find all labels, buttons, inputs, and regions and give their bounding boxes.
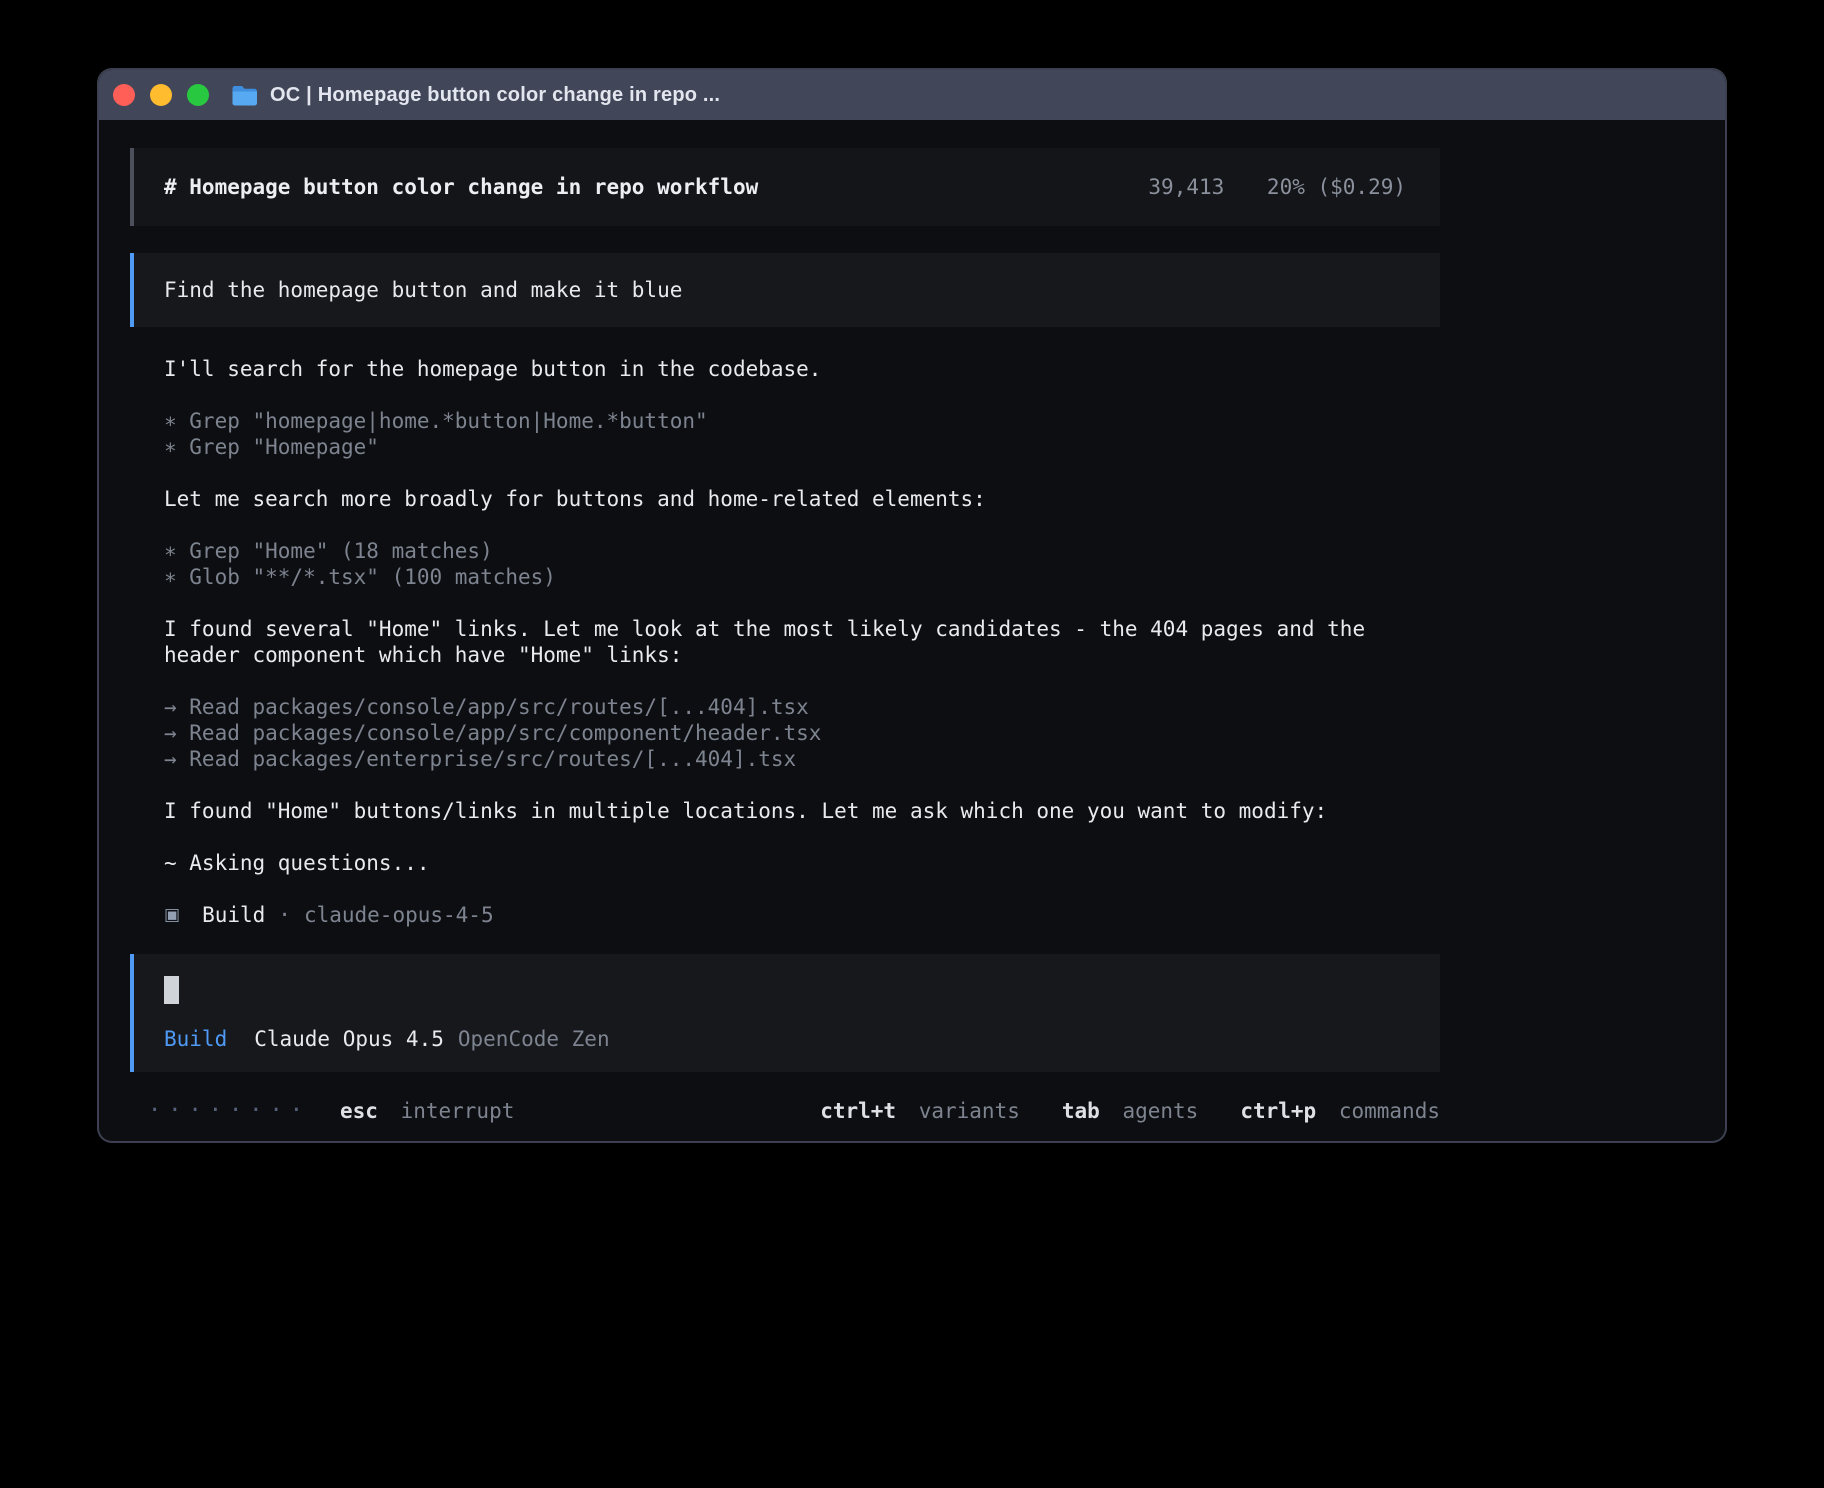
status-asking-questions: ~ Asking questions... [164,850,1404,876]
text-cursor [164,976,179,1004]
session-title: # Homepage button color change in repo w… [164,174,758,200]
agent-model: claude-opus-4-5 [304,902,494,928]
hint-interrupt: esc interrupt [340,1098,514,1124]
hint-agents: tab agents [1062,1098,1198,1124]
tool-call-glob: ∗ Glob "**/*.tsx" (100 matches) [164,564,1404,590]
status-bar: ········ esc interrupt ctrl+t variants t… [130,1098,1440,1124]
hint-label-variants: variants [919,1099,1020,1123]
session-header: # Homepage button color change in repo w… [130,148,1440,226]
tool-call-grep: ∗ Grep "Home" (18 matches) [164,538,1404,564]
hint-label-agents: agents [1122,1099,1198,1123]
user-message-text: Find the homepage button and make it blu… [164,278,682,302]
agent-mode-label[interactable]: Build [164,1026,227,1052]
agent-status-line: ▣ Build · claude-opus-4-5 [164,902,1725,928]
input-meta: Build Claude Opus 4.5 OpenCode Zen [164,1026,1410,1052]
minimize-button[interactable] [150,84,172,106]
session-meta: 39,413 20% ($0.29) [1148,174,1406,200]
folder-icon [231,84,258,106]
agent-square-icon: ▣ [164,902,180,928]
titlebar[interactable]: OC | Homepage button color change in rep… [99,70,1725,120]
close-button[interactable] [113,84,135,106]
agent-name: Build [202,902,265,928]
status-bar-left: ········ esc interrupt [148,1098,514,1124]
prompt-input[interactable]: Build Claude Opus 4.5 OpenCode Zen [130,954,1440,1072]
tool-call-grep: ∗ Grep "homepage|home.*button|Home.*butt… [164,408,1404,434]
tool-call-read: → Read packages/console/app/src/componen… [164,720,1404,746]
assistant-text: I found "Home" buttons/links in multiple… [164,798,1404,824]
tool-call-read: → Read packages/console/app/src/routes/[… [164,694,1404,720]
hint-variants: ctrl+t variants [820,1098,1020,1124]
hint-key-ctrl-t: ctrl+t [820,1099,896,1123]
token-count: 39,413 [1148,175,1224,199]
assistant-text: Let me search more broadly for buttons a… [164,486,1404,512]
tool-call-grep: ∗ Grep "Homepage" [164,434,1404,460]
hint-label-commands: commands [1339,1099,1440,1123]
traffic-lights [113,84,209,106]
tool-call-read: → Read packages/enterprise/src/routes/[.… [164,746,1404,772]
provider-name: OpenCode Zen [458,1026,610,1052]
agent-separator: · [278,902,291,928]
hint-key-ctrl-p: ctrl+p [1240,1099,1316,1123]
hint-key-esc: esc [340,1099,378,1123]
hint-label-interrupt: interrupt [401,1099,515,1123]
terminal-content[interactable]: # Homepage button color change in repo w… [99,120,1725,1141]
spinner-dots: ········ [148,1098,310,1124]
conversation: I'll search for the homepage button in t… [164,356,1404,876]
user-message: Find the homepage button and make it blu… [130,253,1440,327]
assistant-text: I'll search for the homepage button in t… [164,356,1404,382]
terminal-window: OC | Homepage button color change in rep… [99,70,1725,1141]
status-bar-right: ctrl+t variants tab agents ctrl+p comman… [820,1098,1440,1124]
hint-commands: ctrl+p commands [1240,1098,1440,1124]
hint-key-tab: tab [1062,1099,1100,1123]
model-name[interactable]: Claude Opus 4.5 [254,1026,444,1052]
zoom-button[interactable] [187,84,209,106]
context-usage: 20% ($0.29) [1267,175,1406,199]
window-title: OC | Homepage button color change in rep… [270,84,720,107]
assistant-text: I found several "Home" links. Let me loo… [164,616,1404,668]
